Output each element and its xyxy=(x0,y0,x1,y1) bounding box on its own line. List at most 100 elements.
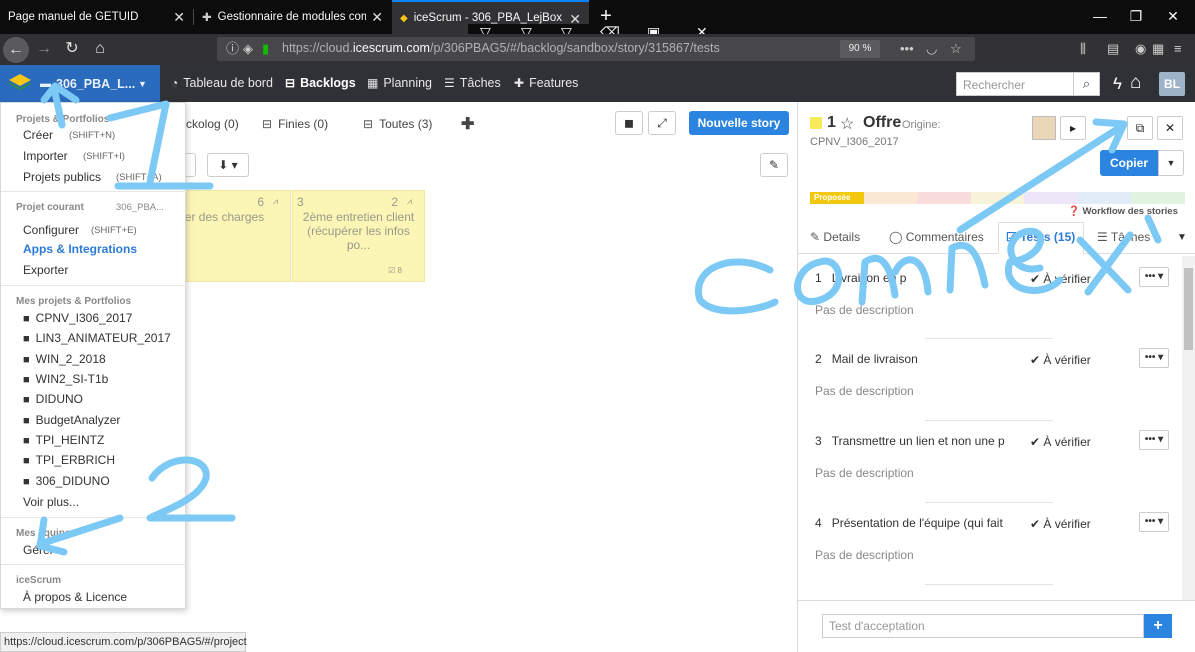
icescrum-logo[interactable] xyxy=(8,72,32,92)
zoom-level[interactable]: 90 % xyxy=(840,40,880,58)
fullscreen-icon[interactable]: ⤢ xyxy=(648,111,676,135)
info-icon[interactable]: ⓘ xyxy=(226,40,239,58)
add-backlog-button[interactable]: ✚ xyxy=(461,114,474,134)
test-menu-button[interactable]: ••• ▾ xyxy=(1139,267,1169,287)
test-state[interactable]: ✔ À vérifier xyxy=(1030,435,1091,449)
bolt-icon[interactable]: ϟ xyxy=(1113,74,1122,94)
detach-window-icon[interactable]: ⧉ xyxy=(1127,116,1153,140)
project-link[interactable]: ■ WIN2_SI-T1b xyxy=(23,372,108,386)
reload-icon[interactable]: ↻ xyxy=(61,38,83,60)
test-state[interactable]: ✔ À vérifier xyxy=(1030,272,1091,286)
postit-view-button[interactable]: ◼ xyxy=(615,111,643,135)
list-item[interactable]: 1 Livraison en p ✔ À vérifier ••• ▾ Pas … xyxy=(815,267,1170,341)
chevron-down-icon[interactable]: ▼ xyxy=(1158,150,1184,176)
state-segment[interactable] xyxy=(1077,192,1132,204)
list-item[interactable]: 2 Mail de livraison ✔ À vérifier ••• ▾ P… xyxy=(815,348,1170,422)
state-segment[interactable] xyxy=(970,192,1025,204)
menu-item-public-projects[interactable]: Projets publics xyxy=(23,170,101,184)
menu-item-apps[interactable]: Apps & Integrations xyxy=(23,242,137,256)
close-window-icon[interactable]: ✕ xyxy=(1164,8,1182,24)
test-menu-button[interactable]: ••• ▾ xyxy=(1139,348,1169,368)
project-link[interactable]: ■ TPI_ERBRICH xyxy=(23,453,115,467)
tab-tests[interactable]: ☑ Tests (15) xyxy=(1006,230,1075,244)
edit-icon[interactable]: ✎ xyxy=(760,153,788,177)
tab-comments[interactable]: ◯ Commentaires xyxy=(889,230,984,244)
library-icon[interactable]: ⫼ xyxy=(1080,40,1086,58)
menu-item-create[interactable]: Créer xyxy=(23,128,53,142)
export-dropdown[interactable]: ⬇ ▾ xyxy=(207,153,249,177)
pocket-icon[interactable]: ◡ xyxy=(926,40,937,58)
menu-item-import[interactable]: Importer xyxy=(23,149,68,163)
story-postit[interactable]: 3 2 ⩘ 2ème entretien client (récupérer l… xyxy=(292,190,425,282)
state-segment[interactable] xyxy=(917,192,971,204)
add-test-button[interactable]: + xyxy=(1144,614,1172,638)
nav-features[interactable]: ✚ Features xyxy=(514,76,578,90)
account-icon[interactable]: ◉ xyxy=(1135,40,1146,58)
new-tab-button[interactable]: + xyxy=(596,6,616,26)
test-state[interactable]: ✔ À vérifier xyxy=(1030,517,1091,531)
url-text[interactable]: https://cloud.icescrum.com/p/306PBAG5/#/… xyxy=(282,41,720,55)
nav-taches[interactable]: ☰ Tâches xyxy=(444,76,501,90)
test-menu-button[interactable]: ••• ▾ xyxy=(1139,430,1169,450)
close-tab-icon[interactable]: ✕ xyxy=(173,9,185,25)
menu-item-see-more[interactable]: Voir plus... xyxy=(23,495,79,509)
project-link[interactable]: ■ LIN3_ANIMATEUR_2017 xyxy=(23,331,171,345)
nav-tableau-de-bord[interactable]: ◔ Tableau de bord xyxy=(171,76,273,90)
project-link[interactable]: ■ BudgetAnalyzer xyxy=(23,413,120,427)
creator-avatar[interactable] xyxy=(1032,116,1056,140)
home-browser-icon[interactable]: ⌂ xyxy=(89,38,111,60)
list-item[interactable]: 3 Transmettre un lien et non une p ✔ À v… xyxy=(815,430,1170,504)
scrollbar-thumb[interactable] xyxy=(1184,268,1193,350)
close-panel-icon[interactable]: ✕ xyxy=(1157,116,1183,140)
acceptance-test-input[interactable]: Test d'acceptation xyxy=(822,614,1144,638)
tab-sandbox[interactable]: ckolog (0) xyxy=(186,117,239,131)
page-actions-icon[interactable]: ••• xyxy=(900,40,914,58)
next-story-icon[interactable]: ▸ xyxy=(1060,116,1086,140)
user-avatar[interactable]: BL xyxy=(1159,72,1185,96)
restore-icon[interactable]: ❐ xyxy=(1127,8,1145,24)
tab-tasks[interactable]: ☰ Tâches xyxy=(1097,230,1150,244)
test-state[interactable]: ✔ À vérifier xyxy=(1030,353,1091,367)
test-menu-button[interactable]: ••• ▾ xyxy=(1139,512,1169,532)
bookmark-star-icon[interactable]: ☆ xyxy=(950,40,962,58)
tab-finies[interactable]: ⊟ Finies (0) xyxy=(262,117,328,131)
chevron-down-icon[interactable]: ▼ xyxy=(138,79,147,89)
project-link[interactable]: ■ 306_DIDUNO xyxy=(23,474,110,488)
back-icon[interactable]: ← xyxy=(3,37,29,63)
state-segment[interactable] xyxy=(1131,192,1186,204)
tab-details[interactable]: ✎ Details xyxy=(810,230,860,244)
forward-icon[interactable]: → xyxy=(33,38,55,60)
story-state-bar[interactable] xyxy=(810,192,1186,204)
nav-backlogs[interactable]: ⊟ Backlogs xyxy=(285,76,356,90)
menu-item-export[interactable]: Exporter xyxy=(23,263,68,277)
menu-icon[interactable]: ≡ xyxy=(1174,40,1182,58)
search-input[interactable]: Rechercher xyxy=(956,72,1074,96)
new-story-button[interactable]: Nouvelle story xyxy=(689,111,789,135)
sidebar-toggle-icon[interactable]: ▤ xyxy=(1107,40,1119,58)
extension-icon[interactable]: ▦ xyxy=(1152,40,1164,58)
nav-planning[interactable]: ▦ Planning xyxy=(367,76,432,90)
workflow-link[interactable]: ❓ Workflow des stories xyxy=(1068,206,1178,217)
state-segment[interactable] xyxy=(1024,192,1078,204)
minimize-icon[interactable]: — xyxy=(1091,8,1109,24)
close-tab-icon[interactable]: ✕ xyxy=(371,9,383,25)
shield-icon[interactable]: ◈ xyxy=(243,40,253,58)
project-link[interactable]: ■ WIN_2_2018 xyxy=(23,352,106,366)
search-icon[interactable]: ⌕ xyxy=(1074,72,1100,96)
project-link[interactable]: ■ TPI_HEINTZ xyxy=(23,433,104,447)
project-link[interactable]: ■ CPNV_I306_2017 xyxy=(23,311,132,325)
browser-tab-getuid[interactable]: Page manuel de GETUID ✕ xyxy=(0,0,193,34)
list-item[interactable]: 4 Présentation de l'équipe (qui fait ✔ À… xyxy=(815,512,1170,586)
star-icon[interactable]: ☆ xyxy=(840,114,854,134)
home-icon[interactable]: ⌂ xyxy=(1130,72,1141,94)
tab-toutes[interactable]: ⊟ Toutes (3) xyxy=(363,117,432,131)
menu-item-manage[interactable]: Gérer xyxy=(23,543,54,557)
project-name[interactable]: 306_PBA_L... xyxy=(56,77,135,91)
state-segment[interactable] xyxy=(863,192,918,204)
menu-item-configure[interactable]: Configurer xyxy=(23,223,79,237)
story-name[interactable]: Offre xyxy=(863,114,901,132)
project-link[interactable]: ■ DIDUNO xyxy=(23,392,83,406)
menu-item-about[interactable]: À propos & Licence xyxy=(23,590,127,604)
browser-tab-modules[interactable]: ✚ Gestionnaire de modules comp ✕ xyxy=(194,0,391,34)
more-tabs-icon[interactable]: ▼ xyxy=(1177,232,1187,243)
